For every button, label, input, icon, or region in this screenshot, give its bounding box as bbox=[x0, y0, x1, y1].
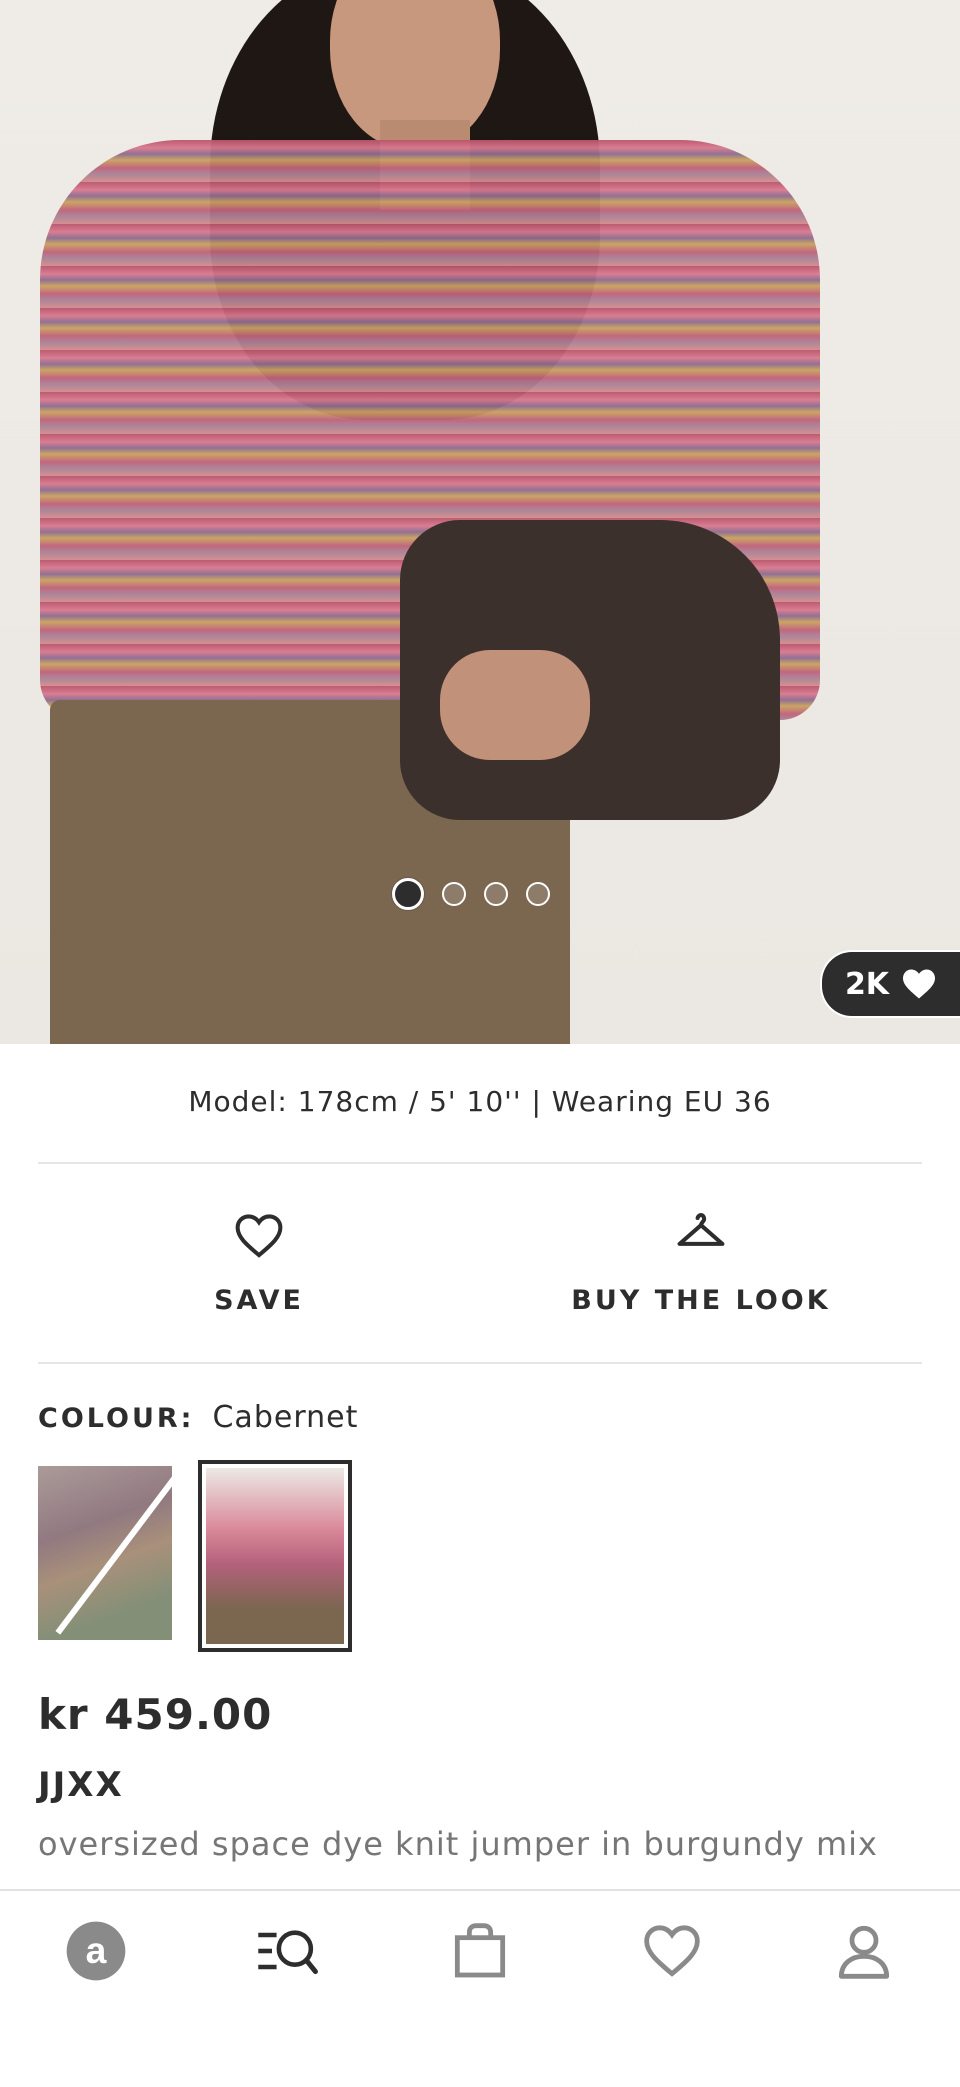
heart-filled-icon bbox=[903, 969, 936, 999]
colour-label: COLOUR: bbox=[38, 1403, 195, 1434]
swatch-image bbox=[206, 1468, 344, 1644]
bottom-tab-bar: a bbox=[0, 1889, 960, 2011]
likes-count: 2K bbox=[844, 966, 890, 1002]
colour-value: Cabernet bbox=[212, 1400, 359, 1435]
product-brand: JJXX bbox=[38, 1765, 124, 1805]
likes-badge[interactable]: 2K bbox=[820, 950, 960, 1018]
bag-icon bbox=[454, 1923, 506, 1978]
tab-account[interactable] bbox=[814, 1911, 914, 1991]
save-label: SAVE bbox=[214, 1285, 304, 1316]
heart-icon bbox=[235, 1214, 283, 1258]
home-icon: a bbox=[66, 1921, 126, 1981]
heart-icon bbox=[644, 1925, 700, 1977]
save-button[interactable]: SAVE bbox=[38, 1165, 480, 1360]
carousel-dots bbox=[392, 878, 550, 910]
carousel-dot-2[interactable] bbox=[442, 882, 466, 906]
tab-home[interactable]: a bbox=[46, 1911, 146, 1991]
account-icon bbox=[838, 1925, 890, 1979]
product-image[interactable]: 2K bbox=[0, 0, 960, 1044]
carousel-dot-4[interactable] bbox=[526, 882, 550, 906]
colour-swatch-unavailable[interactable] bbox=[38, 1466, 172, 1640]
unavailable-slash bbox=[55, 1471, 172, 1635]
hanger-icon bbox=[677, 1213, 725, 1246]
photo-hand bbox=[440, 650, 590, 760]
colour-swatch-selected[interactable] bbox=[198, 1460, 352, 1652]
svg-text:a: a bbox=[86, 1929, 107, 1971]
buy-the-look-button[interactable]: BUY THE LOOK bbox=[480, 1165, 922, 1360]
product-price: kr 459.00 bbox=[38, 1690, 273, 1739]
product-name: oversized space dye knit jumper in burgu… bbox=[38, 1825, 878, 1863]
carousel-dot-1[interactable] bbox=[392, 878, 424, 910]
carousel-dot-3[interactable] bbox=[484, 882, 508, 906]
divider bbox=[38, 1362, 922, 1364]
tab-bag[interactable] bbox=[430, 1911, 530, 1991]
tab-saved[interactable] bbox=[622, 1911, 722, 1991]
buy-the-look-label: BUY THE LOOK bbox=[571, 1285, 831, 1316]
colour-swatches bbox=[38, 1460, 352, 1652]
model-info: Model: 178cm / 5' 10'' | Wearing EU 36 bbox=[188, 1085, 772, 1118]
search-icon bbox=[258, 1930, 318, 1975]
divider bbox=[38, 1162, 922, 1164]
tab-search[interactable] bbox=[238, 1911, 338, 1991]
colour-row: COLOUR: Cabernet bbox=[38, 1400, 358, 1435]
action-row: SAVE BUY THE LOOK bbox=[38, 1165, 922, 1360]
product-page: 2K Model: 178cm / 5' 10'' | Wearing EU 3… bbox=[0, 0, 960, 2087]
